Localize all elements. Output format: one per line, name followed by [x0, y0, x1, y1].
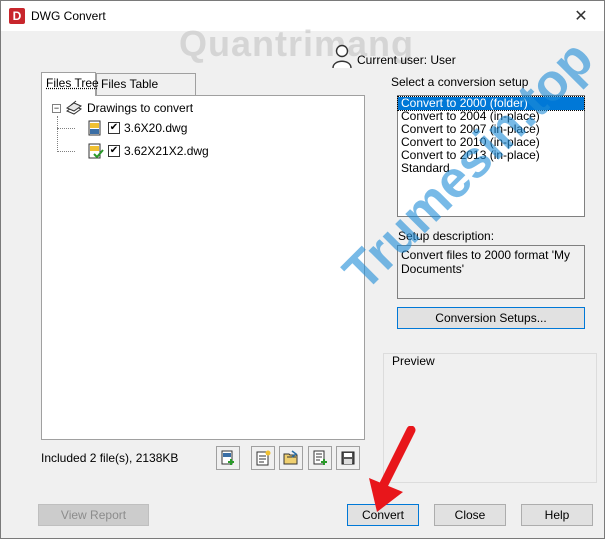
tree-file-row[interactable]: ✔ 3.62X21X2.dwg [82, 143, 209, 159]
window-title: DWG Convert [31, 9, 106, 23]
collapse-toggle[interactable]: − [52, 103, 61, 113]
file-checkbox[interactable]: ✔ [108, 122, 120, 134]
file-name: 3.62X21X2.dwg [124, 144, 209, 158]
preview-label: Preview [389, 354, 438, 368]
close-button[interactable]: Close [434, 504, 506, 526]
tree-file-row[interactable]: ✔ 3.6X20.dwg [82, 120, 187, 136]
close-window-button[interactable]: ✕ [558, 1, 604, 31]
dwg-convert-window: D DWG Convert ✕ Quantrimang Current user… [0, 0, 605, 539]
open-list-icon [283, 450, 298, 465]
tree-root-label: Drawings to convert [87, 101, 194, 115]
add-file-icon [221, 450, 234, 465]
conversion-setups-button[interactable]: Conversion Setups... [397, 307, 585, 329]
open-list-button[interactable] [279, 446, 303, 470]
add-file-button[interactable] [216, 446, 240, 470]
help-button[interactable]: Help [521, 504, 593, 526]
user-icon [332, 44, 352, 69]
append-list-icon [313, 450, 327, 465]
dwg-file-checked-icon [88, 143, 104, 159]
save-list-button[interactable] [336, 446, 360, 470]
drawings-folder-icon [65, 100, 83, 115]
new-list-button[interactable] [251, 446, 275, 470]
tab-files-table[interactable]: Files Table [96, 73, 196, 95]
file-name: 3.6X20.dwg [124, 121, 188, 135]
included-files-status: Included 2 file(s), 2138KB [41, 451, 179, 465]
save-list-icon [341, 451, 355, 465]
setup-description-text: Convert files to 2000 format 'My Documen… [397, 245, 585, 299]
append-list-button[interactable] [308, 446, 332, 470]
current-user-label: Current user: User [357, 53, 456, 67]
files-tree-panel[interactable]: − Drawings to convert ✔ 3.6X20.dwg ✔ 3.6… [41, 95, 365, 440]
tree-root[interactable]: − Drawings to convert [52, 100, 193, 116]
new-list-icon [256, 450, 271, 466]
app-icon: D [9, 8, 25, 24]
red-arrow-annotation [369, 426, 416, 512]
dwg-file-icon [88, 120, 101, 136]
tab-files-tree[interactable]: Files Tree [41, 72, 99, 96]
file-checkbox[interactable]: ✔ [108, 145, 120, 157]
view-report-button[interactable]: View Report [38, 504, 149, 526]
